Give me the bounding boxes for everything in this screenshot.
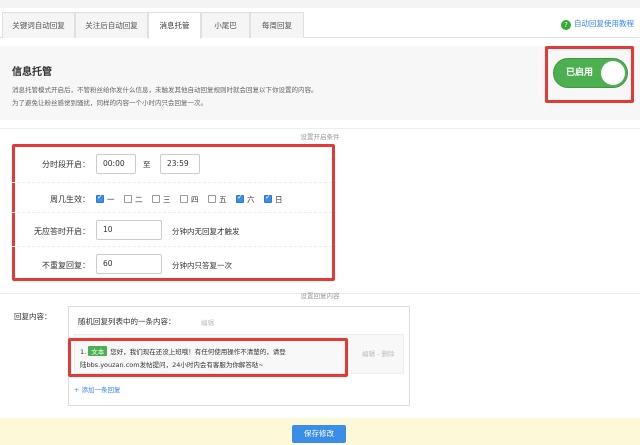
top-strip bbox=[0, 0, 640, 8]
time-label: 分时段开启： bbox=[42, 160, 90, 169]
reply-mode-edit-link[interactable]: 编辑 bbox=[201, 317, 214, 327]
row-divider bbox=[12, 182, 332, 183]
time-start-input[interactable]: 00:00 bbox=[96, 154, 136, 174]
norepeat-minutes-input[interactable]: 60 bbox=[96, 254, 162, 274]
section-title-reply: 设置回复内容 bbox=[300, 292, 340, 300]
section-title-conditions: 设置开启条件 bbox=[300, 133, 340, 141]
weekday-label-6: 六 bbox=[247, 195, 255, 204]
save-button[interactable]: 保存修改 bbox=[292, 425, 346, 443]
weekday-label-5: 五 bbox=[219, 195, 227, 204]
section-divider bbox=[0, 128, 640, 129]
help-link[interactable]: ? 自动回复使用教程 bbox=[561, 18, 634, 30]
weekday-checkbox-5[interactable] bbox=[208, 195, 216, 203]
noanswer-suffix: 分钟内无回复才触发 bbox=[172, 227, 240, 236]
weekday-checkbox-4[interactable] bbox=[180, 195, 188, 203]
info-card bbox=[0, 46, 640, 120]
toggle-label: 已启用 bbox=[566, 68, 594, 78]
enable-toggle[interactable]: 已启用 bbox=[553, 58, 628, 88]
tab-bar: 关键词自动回复 关注后自动回复 消息托管 小尾巴 每周回复 bbox=[0, 12, 640, 39]
reply-item-actions[interactable]: 编辑 - 删除 bbox=[362, 348, 394, 358]
weekday-label-4: 四 bbox=[191, 195, 199, 204]
row-divider bbox=[12, 246, 332, 247]
norepeat-suffix: 分钟内只答复一次 bbox=[172, 261, 232, 270]
weekday-label-1: 一 bbox=[107, 195, 115, 204]
weekday-checkbox-7[interactable] bbox=[264, 193, 272, 203]
toggle-knob bbox=[601, 61, 625, 85]
highlight-box-reply bbox=[68, 338, 348, 377]
add-reply-link[interactable]: + 添加一条回复 bbox=[74, 384, 121, 394]
tab-message-hosting[interactable]: 消息托管 bbox=[148, 12, 201, 39]
weekday-label: 周几生效： bbox=[50, 195, 90, 204]
weekday-checkbox-1[interactable] bbox=[96, 193, 104, 203]
norepeat-label: 不重复回复： bbox=[42, 261, 90, 270]
noanswer-minutes-input[interactable]: 10 bbox=[96, 220, 162, 240]
card-description-note: 为了避免让粉丝感觉到骚扰，同样的内容一个小时内只会回复一次。 bbox=[12, 99, 207, 107]
weekday-checkbox-3[interactable] bbox=[152, 195, 160, 203]
weekday-label-2: 二 bbox=[135, 195, 143, 204]
help-link-label: 自动回复使用教程 bbox=[574, 19, 634, 28]
reply-content-label: 回复内容： bbox=[14, 312, 52, 321]
question-icon: ? bbox=[561, 20, 571, 30]
weekday-checkbox-2[interactable] bbox=[124, 195, 132, 203]
tab-weekly-reply[interactable]: 每周回复 bbox=[250, 12, 304, 38]
row-divider bbox=[12, 212, 332, 213]
tab-follow-reply[interactable]: 关注后自动回复 bbox=[75, 12, 148, 38]
noanswer-label: 无应答时开启： bbox=[34, 227, 90, 236]
time-separator: 至 bbox=[143, 160, 151, 169]
card-title: 信息托管 bbox=[12, 67, 52, 78]
reply-mode-text: 随机回复列表中的一条内容： bbox=[78, 317, 176, 326]
tab-keyword-reply[interactable]: 关键词自动回复 bbox=[2, 12, 75, 38]
tab-tail[interactable]: 小尾巴 bbox=[201, 12, 250, 38]
weekday-checkbox-6[interactable] bbox=[236, 193, 244, 203]
card-description: 消息托管模式开启后，不管粉丝给你发什么信息，未触发其他自动回复规则时就会回复以下… bbox=[12, 86, 318, 94]
weekday-label-7: 日 bbox=[275, 195, 283, 204]
time-end-input[interactable]: 23:59 bbox=[160, 154, 200, 174]
weekday-label-3: 三 bbox=[163, 195, 171, 204]
